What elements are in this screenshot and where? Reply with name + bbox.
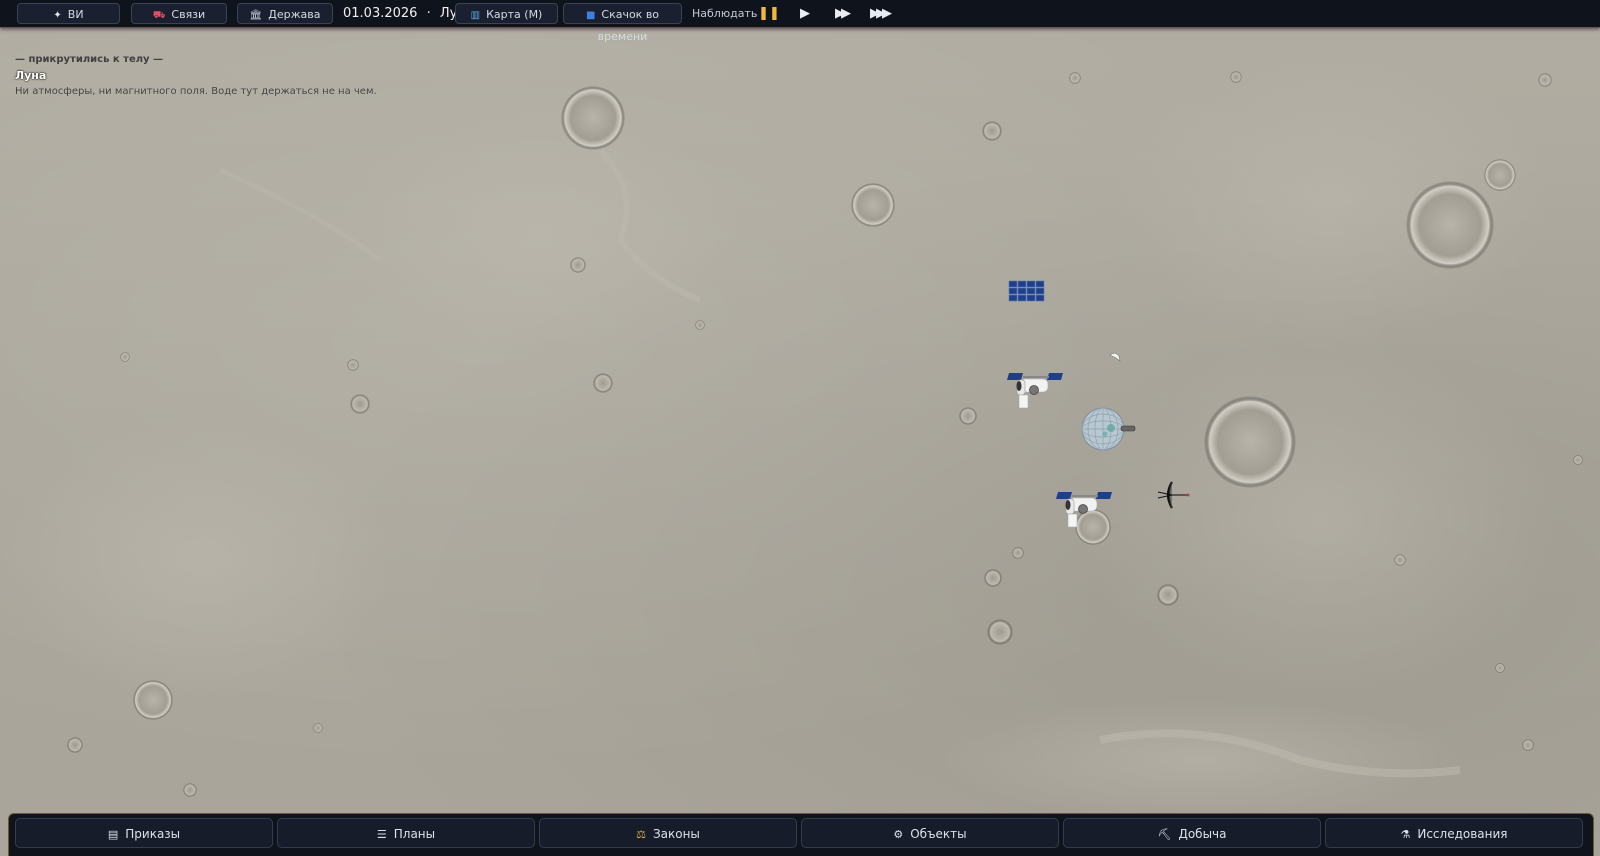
crater — [313, 723, 323, 733]
crater — [1069, 72, 1081, 84]
crater — [570, 257, 586, 273]
map-label: Карта (M) — [486, 8, 543, 21]
highland-patch — [940, 700, 1460, 820]
research-button[interactable]: ⚗ Исследования — [1325, 818, 1583, 848]
highland-patch — [340, 110, 740, 350]
government-building-icon: 🏛 — [249, 10, 263, 21]
fastest-forward-button[interactable]: ▶▶▶ — [862, 3, 896, 24]
orders-icon: ▤ — [107, 828, 119, 841]
gear-icon: ⚙ — [893, 828, 904, 841]
orbital-habitat-icon[interactable] — [1081, 406, 1137, 456]
crater — [1204, 396, 1296, 488]
sparkle-icon: ✦ — [53, 10, 62, 21]
crater — [120, 352, 130, 362]
orders-button[interactable]: ▤ Приказы — [15, 818, 273, 848]
crater — [1230, 71, 1242, 83]
pause-icon: ❚❚ — [758, 6, 780, 21]
crater — [1157, 584, 1179, 606]
scales-icon: ⚖ — [636, 828, 646, 841]
crater — [183, 783, 197, 797]
crater — [984, 569, 1002, 587]
time-jump-button[interactable]: ■ Скачок во времени — [563, 3, 682, 43]
body-name: Луна — [15, 69, 47, 82]
vi-button[interactable]: ✦ ВИ — [17, 3, 120, 24]
crater — [1484, 159, 1516, 191]
space-telescope-icon[interactable] — [1056, 490, 1114, 538]
crater — [1406, 181, 1494, 269]
orders-label: Приказы — [125, 827, 181, 841]
crater — [593, 373, 613, 393]
crater — [1394, 554, 1406, 566]
crater — [982, 121, 1002, 141]
flask-icon: ⚗ — [1400, 828, 1411, 841]
research-label: Исследования — [1417, 827, 1508, 841]
small-probe-icon[interactable] — [1108, 348, 1122, 367]
crater — [1573, 455, 1583, 465]
time-jump-icon: ■ — [585, 10, 596, 21]
crater — [695, 320, 705, 330]
crater — [1538, 73, 1552, 87]
vi-label: ВИ — [67, 8, 84, 21]
plans-button[interactable]: ☰ Планы — [277, 818, 535, 848]
links-button[interactable]: ⛟ Связи — [131, 3, 227, 24]
laws-button[interactable]: ⚖ Законы — [539, 818, 797, 848]
fast-forward-button[interactable]: ▶▶ — [826, 3, 856, 24]
mining-button[interactable]: ⛏ Добыча — [1063, 818, 1321, 848]
crater — [561, 86, 625, 150]
mining-label: Добыча — [1178, 827, 1227, 841]
crater — [851, 183, 895, 227]
list-icon: ☰ — [376, 828, 387, 841]
date-separator: · — [426, 6, 431, 21]
laws-label: Законы — [652, 827, 700, 841]
map-icon: ▥ — [470, 10, 481, 21]
crater — [1495, 663, 1505, 673]
play-icon: ▶ — [800, 6, 810, 21]
antenna-dish-icon[interactable] — [1156, 480, 1190, 514]
map-button[interactable]: ▥ Карта (M) — [455, 3, 558, 24]
pause-button[interactable]: ❚❚ — [754, 3, 784, 24]
state-label: Держава — [268, 8, 321, 21]
crater — [1522, 739, 1534, 751]
objects-label: Объекты — [910, 827, 967, 841]
body-info-panel: — прикрутились к телу — Луна Ни атмосфер… — [15, 54, 377, 97]
crater — [959, 407, 977, 425]
plans-label: Планы — [393, 827, 436, 841]
links-label: Связи — [171, 8, 206, 21]
observe-label: Наблюдать — [692, 7, 758, 20]
play-button[interactable]: ▶ — [790, 3, 820, 24]
crater — [347, 359, 359, 371]
state-button[interactable]: 🏛 Держава — [237, 3, 333, 24]
crater — [133, 680, 173, 720]
crater-layer — [0, 50, 1583, 820]
attach-status: — прикрутились к телу — — [15, 54, 164, 65]
crater — [67, 737, 83, 753]
highland-patch — [1080, 340, 1560, 700]
crater — [987, 619, 1013, 645]
solar-array-icon[interactable] — [1008, 280, 1048, 308]
crater — [350, 394, 370, 414]
links-icon: ⛟ — [152, 10, 166, 21]
top-bar: ✦ВИ ⛟Связи 🏛Держава 01.03.2026 · Луна ▥К… — [0, 0, 1600, 43]
crater — [1012, 547, 1024, 559]
moon-surface[interactable] — [0, 0, 1600, 856]
highland-patch — [0, 420, 400, 700]
fastest-forward-icon: ▶▶▶ — [870, 6, 892, 21]
body-description: Ни атмосферы, ни магнитного поля. Воде т… — [15, 86, 377, 97]
current-date: 01.03.2026 — [343, 6, 418, 21]
fast-forward-icon: ▶▶ — [835, 6, 851, 21]
objects-button[interactable]: ⚙ Объекты — [801, 818, 1059, 848]
pickaxe-icon: ⛏ — [1157, 828, 1172, 841]
bottom-bar: ▤ Приказы ☰ Планы ⚖ Законы ⚙ Объекты ⛏ Добыча… — [8, 813, 1594, 856]
space-telescope-icon[interactable] — [1007, 371, 1065, 419]
